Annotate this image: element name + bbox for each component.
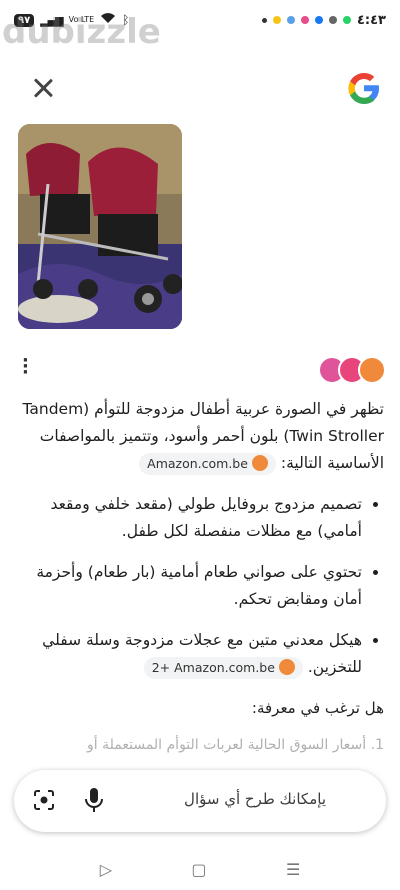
more-options-icon[interactable]: · · · — [22, 352, 29, 382]
amazon-source-icon — [251, 455, 268, 471]
app-notification-icon — [272, 16, 281, 24]
status-right: ٤:٤٣ — [261, 12, 386, 28]
status-time: ٤:٤٣ — [356, 12, 386, 28]
source-icons — [318, 356, 386, 384]
recents-nav-icon[interactable]: ☰ — [286, 860, 300, 879]
source-chip-label: Amazon.com.be — [147, 455, 248, 471]
followup-item[interactable]: 1. أسعار السوق الحالية لعربات التوأم الم… — [20, 732, 384, 759]
whatsapp-icon — [342, 16, 351, 24]
app-notification-icon — [328, 16, 337, 24]
answer-content: تظهر في الصورة عربية أطفال مزدوجة للتوأم… — [20, 396, 384, 759]
home-nav-icon[interactable]: ▢ — [191, 860, 206, 879]
amazon-source-icon — [278, 659, 295, 675]
list-item: تحتوي على صواني طعام أمامية (بار طعام) و… — [20, 559, 362, 613]
source-chip-label: 2+ Amazon.com.be — [151, 659, 275, 675]
app-notification-icon — [286, 16, 295, 24]
answer-intro: تظهر في الصورة عربية أطفال مزدوجة للتوأم… — [20, 396, 384, 477]
list-item-text: تحتوي على صواني طعام أمامية (بار طعام) و… — [36, 563, 362, 608]
source-chip[interactable]: 2+ Amazon.com.be — [143, 656, 303, 679]
search-bar[interactable]: يإمكانك طرح أي سؤال — [14, 770, 386, 832]
search-input[interactable]: يإمكانك طرح أي سؤال — [184, 790, 326, 808]
source-chip[interactable]: Amazon.com.be — [139, 452, 276, 475]
google-logo-icon — [346, 70, 382, 106]
feature-list: تصميم مزدوج بروفايل طولي (مقعد خلفي ومقع… — [20, 491, 384, 681]
notification-dot-icon — [261, 17, 267, 23]
app-notification-icon — [300, 16, 309, 24]
list-item-text: تصميم مزدوج بروفايل طولي (مقعد خلفي ومقع… — [50, 495, 362, 540]
facebook-icon — [314, 16, 323, 24]
watermark-logo: dubizzle — [2, 12, 161, 52]
mic-icon[interactable] — [84, 786, 104, 818]
list-item: هيكل معدني متين مع عجلات مزدوجة وسلة سفل… — [20, 627, 362, 681]
amazon-source-icon — [358, 356, 386, 384]
header-bar — [0, 62, 400, 118]
lens-camera-icon[interactable] — [32, 788, 56, 816]
back-nav-icon[interactable]: ▷ — [100, 860, 112, 879]
followup-question: هل ترغب في معرفة: — [251, 699, 384, 717]
close-icon[interactable] — [26, 72, 60, 106]
system-nav-bar: ▷ ▢ ☰ — [0, 848, 400, 890]
stroller-photo[interactable] — [18, 124, 182, 329]
list-item: تصميم مزدوج بروفايل طولي (مقعد خلفي ومقع… — [20, 491, 362, 545]
